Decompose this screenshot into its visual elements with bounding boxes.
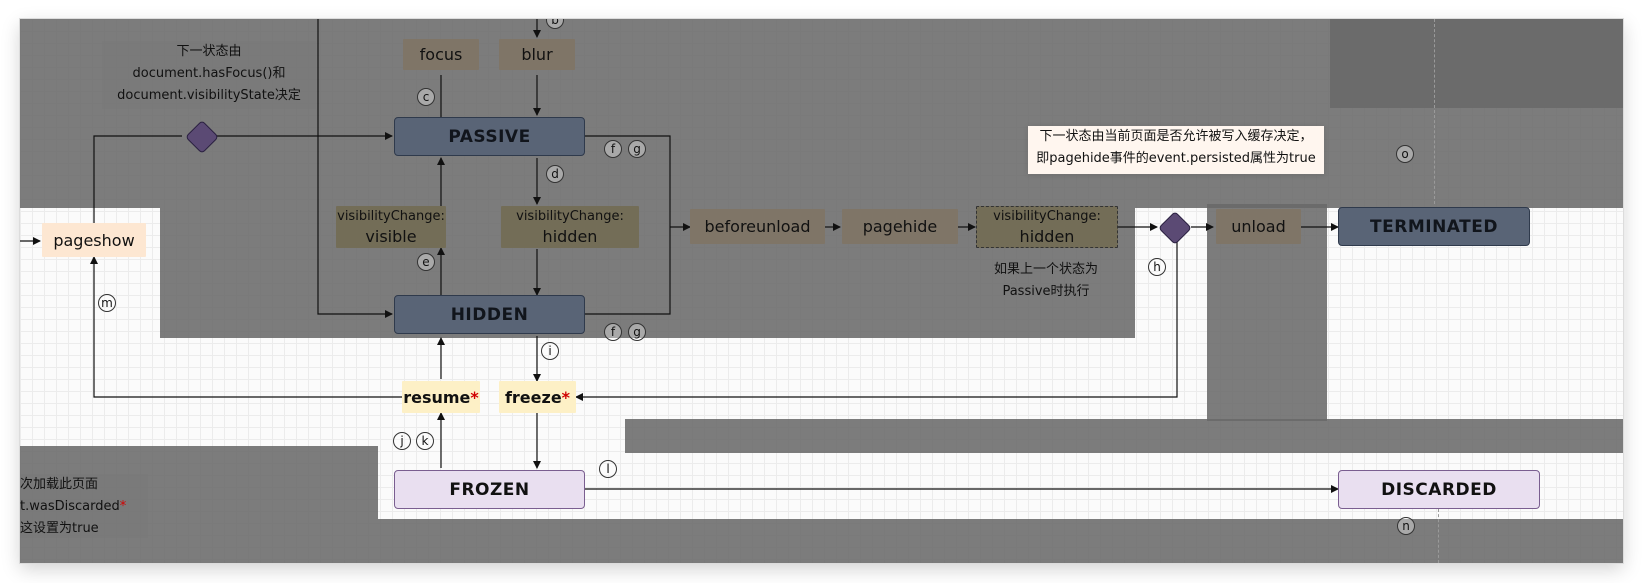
note-line: document.visibilityState决定 [117, 88, 301, 103]
badge-o: o [1396, 145, 1414, 163]
note-line: 下一状态由 [176, 44, 242, 59]
note-line: 次加载此页面 [20, 477, 99, 492]
badge-j: j [393, 432, 411, 450]
state-frozen[interactable]: FROZEN [394, 470, 585, 509]
note-focus-decision: 下一状态由 document.hasFocus()和 document.visi… [102, 41, 316, 109]
badge-n: n [1397, 517, 1415, 535]
event-visibilitychange-visible[interactable]: visibilityChange: visible [336, 206, 446, 248]
badge-i: i [541, 342, 559, 360]
visibility-label: visibilityChange: [516, 209, 624, 224]
state-hidden[interactable]: HIDDEN [394, 295, 585, 334]
badge-m: m [98, 294, 116, 312]
state-terminated[interactable]: TERMINATED [1338, 207, 1530, 246]
badge-c: c [417, 88, 435, 106]
event-beforeunload[interactable]: beforeunload [690, 209, 825, 244]
visibility-value: hidden [542, 227, 598, 246]
visibility-label: visibilityChange: [337, 209, 445, 224]
event-pagehide[interactable]: pagehide [842, 209, 958, 244]
note-line: 下一状态由当前页面是否允许被写入缓存决定， [1039, 129, 1313, 144]
note-cache-decision: 下一状态由当前页面是否允许被写入缓存决定， 即pagehide事件的event.… [1028, 126, 1324, 174]
note-line: 如果上一个状态为 [993, 262, 1098, 277]
note-text: t.wasDiscarded [20, 499, 120, 514]
event-focus[interactable]: focus [403, 39, 479, 70]
required-star: * [561, 387, 571, 407]
event-blur[interactable]: blur [499, 39, 575, 70]
badge-g: g [628, 140, 646, 158]
visibility-value: visible [365, 227, 417, 246]
event-unload[interactable]: unload [1216, 209, 1301, 244]
badge-f: f [604, 323, 622, 341]
event-visibilitychange-hidden[interactable]: visibilityChange: hidden [501, 206, 639, 248]
note-discarded-reload: 次加载此页面 t.wasDiscarded* 这设置为true [20, 474, 148, 538]
badge-e: e [417, 253, 435, 271]
required-star: * [470, 387, 479, 407]
badge-g: g [628, 323, 646, 341]
note-line: document.hasFocus()和 [132, 66, 286, 81]
diagram-canvas: PASSIVE HIDDEN TERMINATED FROZEN DISCARD… [20, 19, 1623, 563]
state-discarded[interactable]: DISCARDED [1338, 470, 1540, 509]
event-pagehide-visibilitychange[interactable]: visibilityChange: hidden [976, 206, 1118, 248]
badge-l: l [599, 460, 617, 478]
badge-f: f [604, 140, 622, 158]
visibility-label: visibilityChange: [993, 209, 1101, 224]
note-line: t.wasDiscarded* [20, 496, 148, 518]
event-resume[interactable]: resume * [402, 381, 480, 413]
note-line: Passive时执行 [1002, 284, 1090, 299]
visibility-value: hidden [1019, 227, 1075, 246]
event-freeze[interactable]: freeze * [499, 381, 576, 413]
resume-label: resume [403, 387, 471, 407]
freeze-label: freeze [504, 387, 562, 407]
note-line: 这设置为true [20, 521, 99, 536]
note-line: 即pagehide事件的event.persisted属性为true [1036, 151, 1316, 166]
badge-d: d [546, 165, 564, 183]
badge-k: k [416, 432, 434, 450]
note-passive-condition: 如果上一个状态为 Passive时执行 [975, 259, 1117, 305]
badge-h: h [1148, 258, 1166, 276]
state-passive[interactable]: PASSIVE [394, 117, 585, 156]
required-star: * [119, 499, 127, 514]
event-pageshow[interactable]: pageshow [42, 223, 146, 257]
